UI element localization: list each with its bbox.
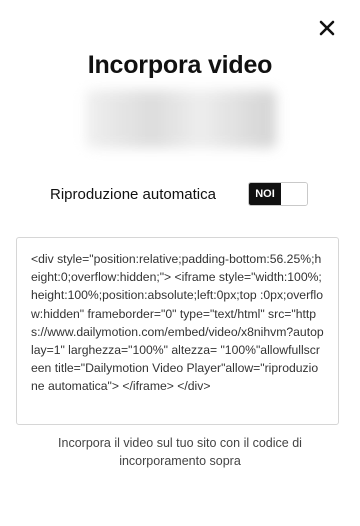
close-button[interactable]	[318, 19, 336, 37]
embed-video-dialog: Incorpora video Riproduzione automatica …	[0, 0, 360, 526]
toggle-knob	[281, 183, 307, 205]
autoplay-label: Riproduzione automatica	[50, 185, 216, 203]
embed-caption: Incorpora il video sul tuo sito con il c…	[58, 436, 302, 468]
dialog-title: Incorpora video	[87, 51, 273, 79]
video-thumbnail	[86, 90, 276, 148]
autoplay-toggle[interactable]: NOI	[248, 182, 308, 206]
close-icon	[319, 20, 335, 36]
autoplay-row: Riproduzione automatica NOI	[50, 180, 308, 208]
embed-code-textarea[interactable]: <div style="position:relative;padding-bo…	[16, 237, 339, 425]
toggle-state-label: NOI	[249, 183, 281, 205]
